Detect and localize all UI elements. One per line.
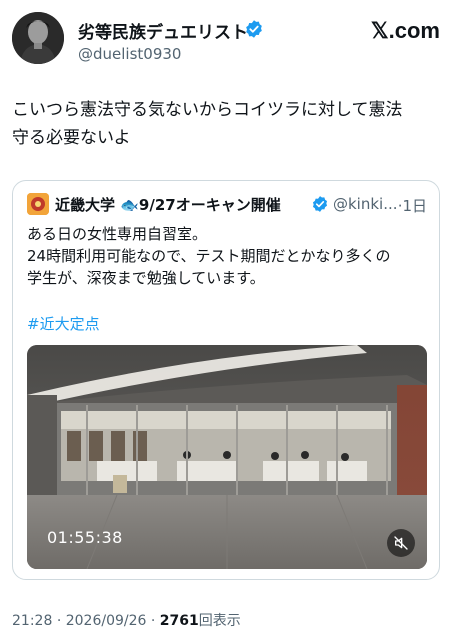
tweet-date[interactable]: 2026/09/26	[66, 613, 147, 629]
verified-badge-icon	[312, 196, 328, 212]
quoted-text-line: ある日の女性専用自習室。	[27, 225, 208, 243]
video-player[interactable]: 01:55:38	[27, 345, 427, 569]
views-count[interactable]: 2761	[160, 613, 199, 629]
video-duration: 01:55:38	[47, 528, 123, 547]
quoted-timestamp[interactable]: ·1日	[398, 195, 427, 216]
separator: ·	[56, 613, 62, 629]
tweet-text-line: 守る必要ないよ	[12, 128, 131, 148]
views-label: 回表示	[198, 613, 241, 629]
author-handle[interactable]: @duelist0930	[78, 45, 181, 63]
quoted-author-name[interactable]: 近畿大学 🐟9/27オーキャン開催	[55, 194, 281, 215]
quoted-tweet-text: ある日の女性専用自習室。 24時間利用可能なので、テスト期間だとかなり多くの 学…	[27, 223, 427, 289]
muted-speaker-icon	[394, 536, 408, 550]
x-logo: 𝕏.com	[370, 18, 440, 43]
tweet-time[interactable]: 21:28	[12, 613, 52, 629]
author-avatar[interactable]	[12, 12, 64, 64]
tweet-header: 劣等民族デュエリスト @duelist0930 𝕏.com	[12, 12, 440, 70]
avatar-portrait-icon	[12, 12, 64, 64]
verified-badge-icon	[246, 20, 262, 38]
author-display-name[interactable]: 劣等民族デュエリスト	[78, 18, 248, 43]
quoted-author-avatar[interactable]	[27, 193, 49, 215]
tweet-text-line: こいつら憲法守る気ないからコイツラに対して憲法	[12, 100, 403, 120]
tweet-text: こいつら憲法守る気ないからコイツラに対して憲法 守る必要ないよ	[12, 96, 440, 152]
quoted-author-handle[interactable]: @kinki...	[333, 195, 398, 213]
hashtag-link[interactable]: #近大定点	[27, 313, 100, 334]
quoted-text-line: 24時間利用可能なので、テスト期間だとかなり多くの	[27, 247, 391, 265]
mute-button[interactable]	[387, 529, 415, 557]
university-logo-icon	[27, 193, 49, 215]
tweet-metadata: 21:28 · 2026/09/26 · 2761回表示	[12, 610, 241, 630]
quoted-text-line: 学生が、深夜まで勉強しています。	[27, 269, 265, 287]
quoted-tweet-header: 近畿大学 🐟9/27オーキャン開催 @kinki... ·1日	[27, 193, 427, 217]
quoted-tweet-card[interactable]: 近畿大学 🐟9/27オーキャン開催 @kinki... ·1日 ある日の女性専用…	[12, 180, 440, 580]
separator: ·	[150, 613, 156, 629]
